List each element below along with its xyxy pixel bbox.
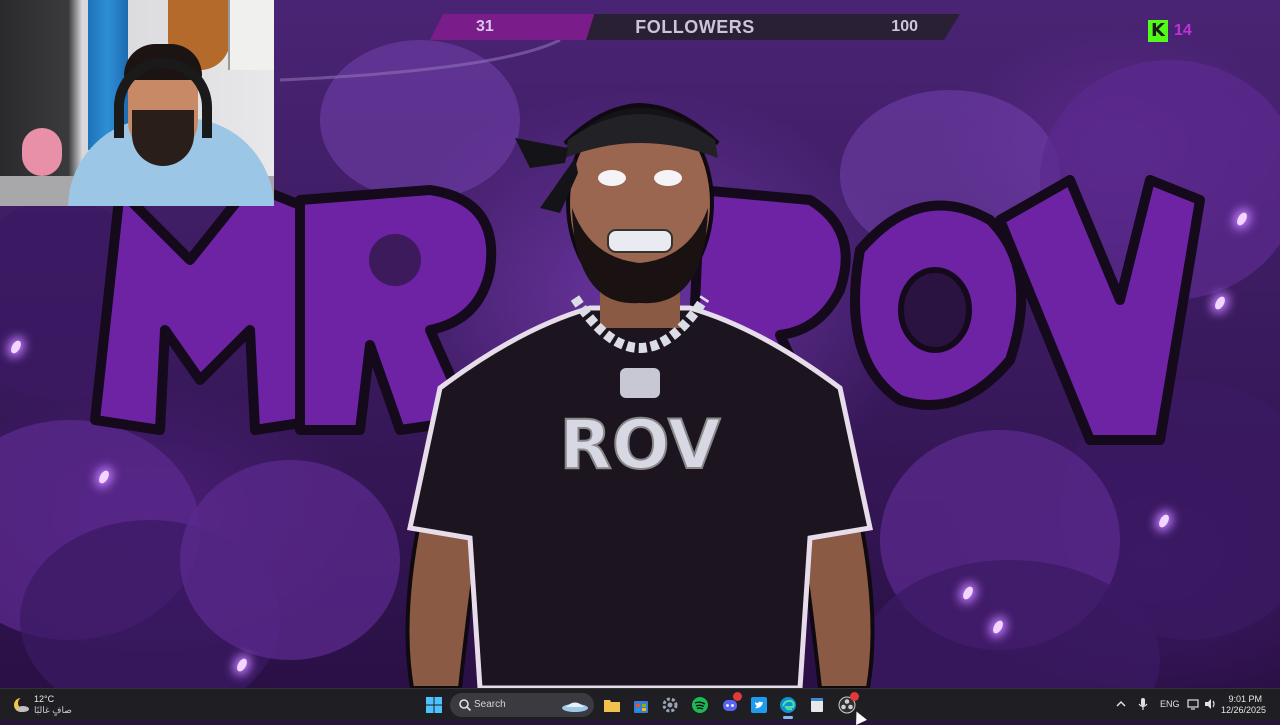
spotify-icon [692,697,708,713]
desktop-wallpaper: ROV 31 FOLLOWERS 100 K 14 [0,0,1280,688]
search-placeholder: Search [474,699,506,710]
character-illustration: ROV [405,103,875,688]
start-button[interactable] [424,695,444,715]
twitter-button[interactable] [749,695,769,715]
clock-date[interactable]: 12/26/2025 [1221,705,1266,715]
follower-goal-target: 100 [891,18,918,35]
search-input[interactable]: Search [450,693,594,717]
language-indicator[interactable]: ENG [1160,699,1180,709]
search-highlight-icon [562,702,588,712]
discord-button[interactable] [720,692,742,715]
microphone-icon[interactable] [1136,697,1150,711]
store-icon [634,701,648,713]
search-icon [459,699,472,712]
weather-temperature: 12°C [34,694,55,704]
settings-button[interactable] [660,695,680,715]
chevron-up-icon[interactable] [1114,697,1128,711]
edge-button[interactable] [778,695,798,719]
folder-icon [604,700,620,712]
spotify-button[interactable] [690,695,710,715]
network-icon[interactable] [1187,697,1201,711]
file-explorer-button[interactable] [602,695,622,715]
kick-logo-icon: K [1148,20,1168,42]
active-indicator [783,716,793,719]
recording-badge [850,692,859,701]
edge-icon [780,697,796,713]
notification-badge [733,692,742,701]
notepad-icon [811,698,823,712]
weather-description: صافٍ غالبًا [34,705,72,715]
taskbar: 12°C صافٍ غالبًا Search ENG 9:01 PM 12/2… [0,688,1280,721]
twitter-icon [751,697,767,713]
follower-goal-bar: 31 FOLLOWERS 100 [430,14,960,40]
webcam-feed [0,0,274,206]
weather-moon-icon [14,697,30,712]
notepad-button[interactable] [807,695,827,715]
kick-viewer-count: 14 [1174,22,1192,39]
windows-logo-icon [426,697,442,713]
gear-icon [662,697,678,713]
microsoft-store-button[interactable] [631,695,651,715]
shirt-rov-text: ROV [560,406,721,485]
volume-icon[interactable] [1203,697,1217,711]
follower-goal-label: FOLLOWERS [635,17,755,37]
clock-time[interactable]: 9:01 PM [1228,694,1262,704]
